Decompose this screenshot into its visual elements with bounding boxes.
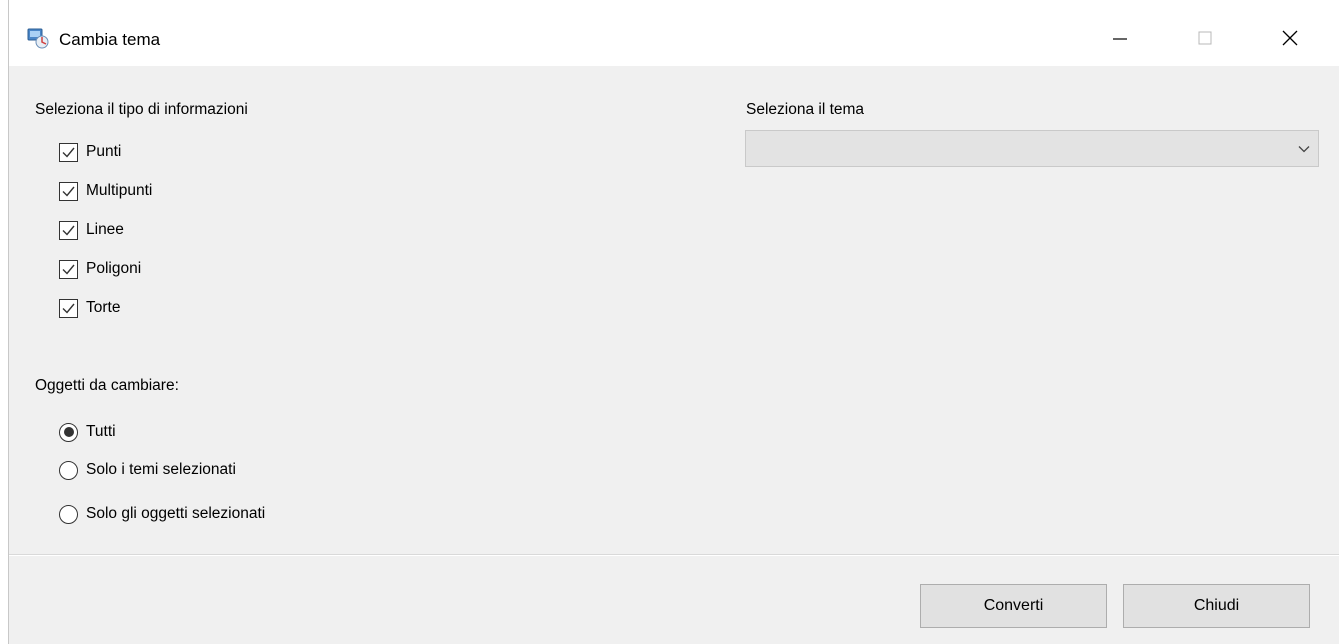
theme-label: Seleziona il tema [746,101,865,118]
checkbox-box[interactable] [59,181,78,201]
maximize-button[interactable] [1182,16,1228,60]
convert-button[interactable]: Converti [920,584,1107,628]
footer-separator-highlight [9,555,1339,556]
radio-button[interactable] [59,504,78,524]
checkbox-box[interactable] [59,142,78,162]
objects-label: Oggetti da cambiare: [35,377,179,394]
checkbox-linee[interactable]: Linee [59,219,124,241]
close-dialog-button[interactable]: Chiudi [1123,584,1310,628]
radio-label: Tutti [86,423,116,440]
checkmark-icon [62,225,75,236]
close-button[interactable] [1267,16,1313,60]
checkbox-box[interactable] [59,298,78,318]
checkmark-icon [62,303,75,314]
radio-oggetti-selezionati[interactable]: Solo gli oggetti selezionati [59,503,265,525]
window-title: Cambia tema [59,30,161,49]
minimize-button[interactable] [1097,16,1143,60]
checkbox-multipunti[interactable]: Multipunti [59,180,152,202]
checkbox-torte[interactable]: Torte [59,297,120,319]
checkbox-box[interactable] [59,259,78,279]
theme-select[interactable] [745,130,1319,167]
checkbox-label: Punti [86,143,122,160]
minimize-icon [1113,38,1127,40]
chevron-down-icon[interactable] [1296,141,1312,157]
radio-selected-dot [63,427,74,437]
checkbox-poligoni[interactable]: Poligoni [59,258,141,280]
radio-tutti[interactable]: Tutti [59,421,116,443]
dialog-window: Cambia tema Seleziona il tipo di informa… [8,0,1339,644]
app-icon [27,28,49,50]
types-label: Seleziona il tipo di informazioni [35,101,248,118]
close-icon [1282,30,1298,46]
checkbox-punti[interactable]: Punti [59,141,121,163]
title-bar: Cambia tema [9,0,1339,66]
radio-temi-selezionati[interactable]: Solo i temi selezionati [59,459,236,481]
checkbox-label: Poligoni [86,260,142,277]
checkmark-icon [62,147,75,158]
checkbox-label: Torte [86,299,121,316]
maximize-icon [1198,31,1212,45]
radio-label: Solo gli oggetti selezionati [86,505,266,522]
checkmark-icon [62,186,75,197]
radio-button[interactable] [59,460,78,480]
checkbox-label: Multipunti [86,182,153,199]
radio-label: Solo i temi selezionati [86,461,236,478]
checkbox-label: Linee [86,221,124,238]
checkbox-box[interactable] [59,220,78,240]
checkmark-icon [62,264,75,275]
radio-button[interactable] [59,422,78,442]
